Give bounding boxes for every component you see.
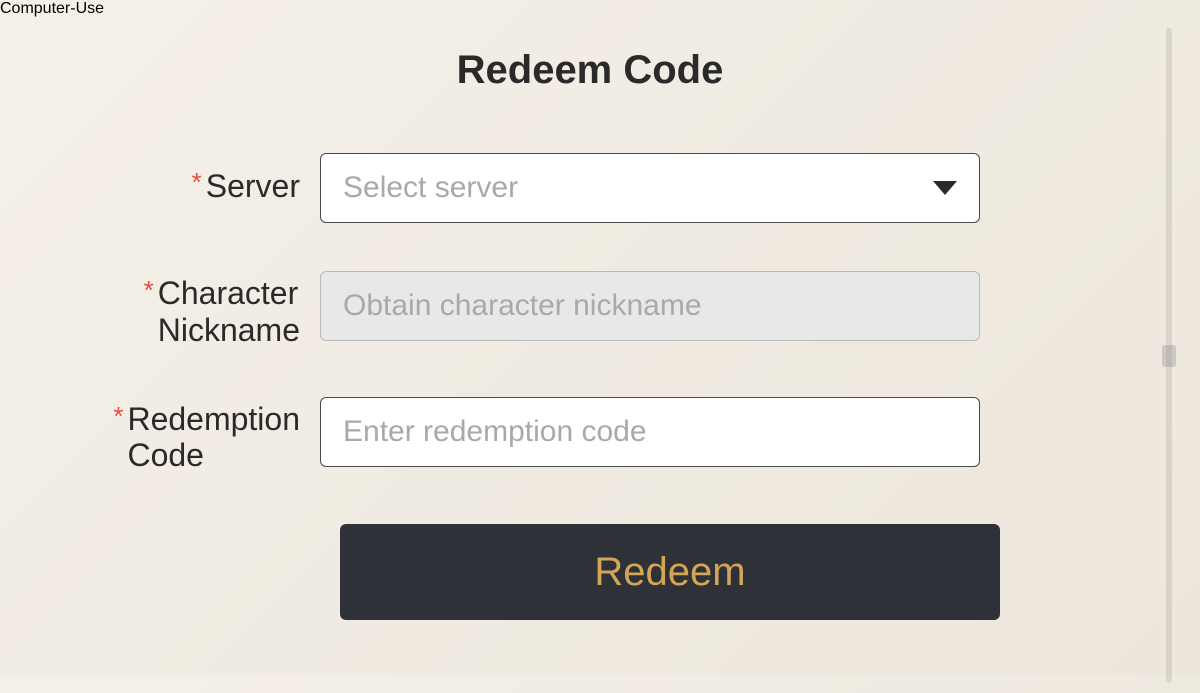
redemption-label-col: *RedemptionCode <box>40 397 320 475</box>
server-label-col: *Server <box>40 153 320 205</box>
redemption-label-line2: Code <box>127 437 204 473</box>
nickname-label: CharacterNickname <box>158 275 300 349</box>
redemption-field[interactable] <box>320 397 980 467</box>
redemption-label: RedemptionCode <box>127 401 300 475</box>
nickname-field[interactable] <box>320 271 980 341</box>
redeem-button[interactable]: Redeem <box>340 524 1000 620</box>
nickname-label-line2: Nickname <box>158 312 300 348</box>
nickname-label-line1: Character <box>158 275 299 311</box>
server-placeholder: Select server <box>343 171 518 205</box>
redemption-input-col <box>320 397 980 467</box>
server-input-col: Select server <box>320 153 980 223</box>
redemption-label-line1: Redemption <box>127 401 300 437</box>
chevron-down-icon <box>933 181 957 195</box>
server-row: *Server Select server <box>40 153 1140 223</box>
button-row: Redeem <box>40 524 1140 620</box>
nickname-input-col <box>320 271 980 341</box>
required-mark: * <box>192 167 202 197</box>
required-mark: * <box>113 401 123 431</box>
server-label: Server <box>206 167 300 205</box>
nickname-label-col: *CharacterNickname <box>40 271 320 349</box>
server-select[interactable]: Select server <box>320 153 980 223</box>
redemption-row: *RedemptionCode <box>40 397 1140 475</box>
page-title: Redeem Code <box>40 48 1140 93</box>
scroll-handle-icon[interactable] <box>1162 345 1176 367</box>
nickname-row: *CharacterNickname <box>40 271 1140 349</box>
redeem-page: Redeem Code *Server Select server *Chara… <box>0 18 1200 693</box>
required-mark: * <box>144 275 154 305</box>
